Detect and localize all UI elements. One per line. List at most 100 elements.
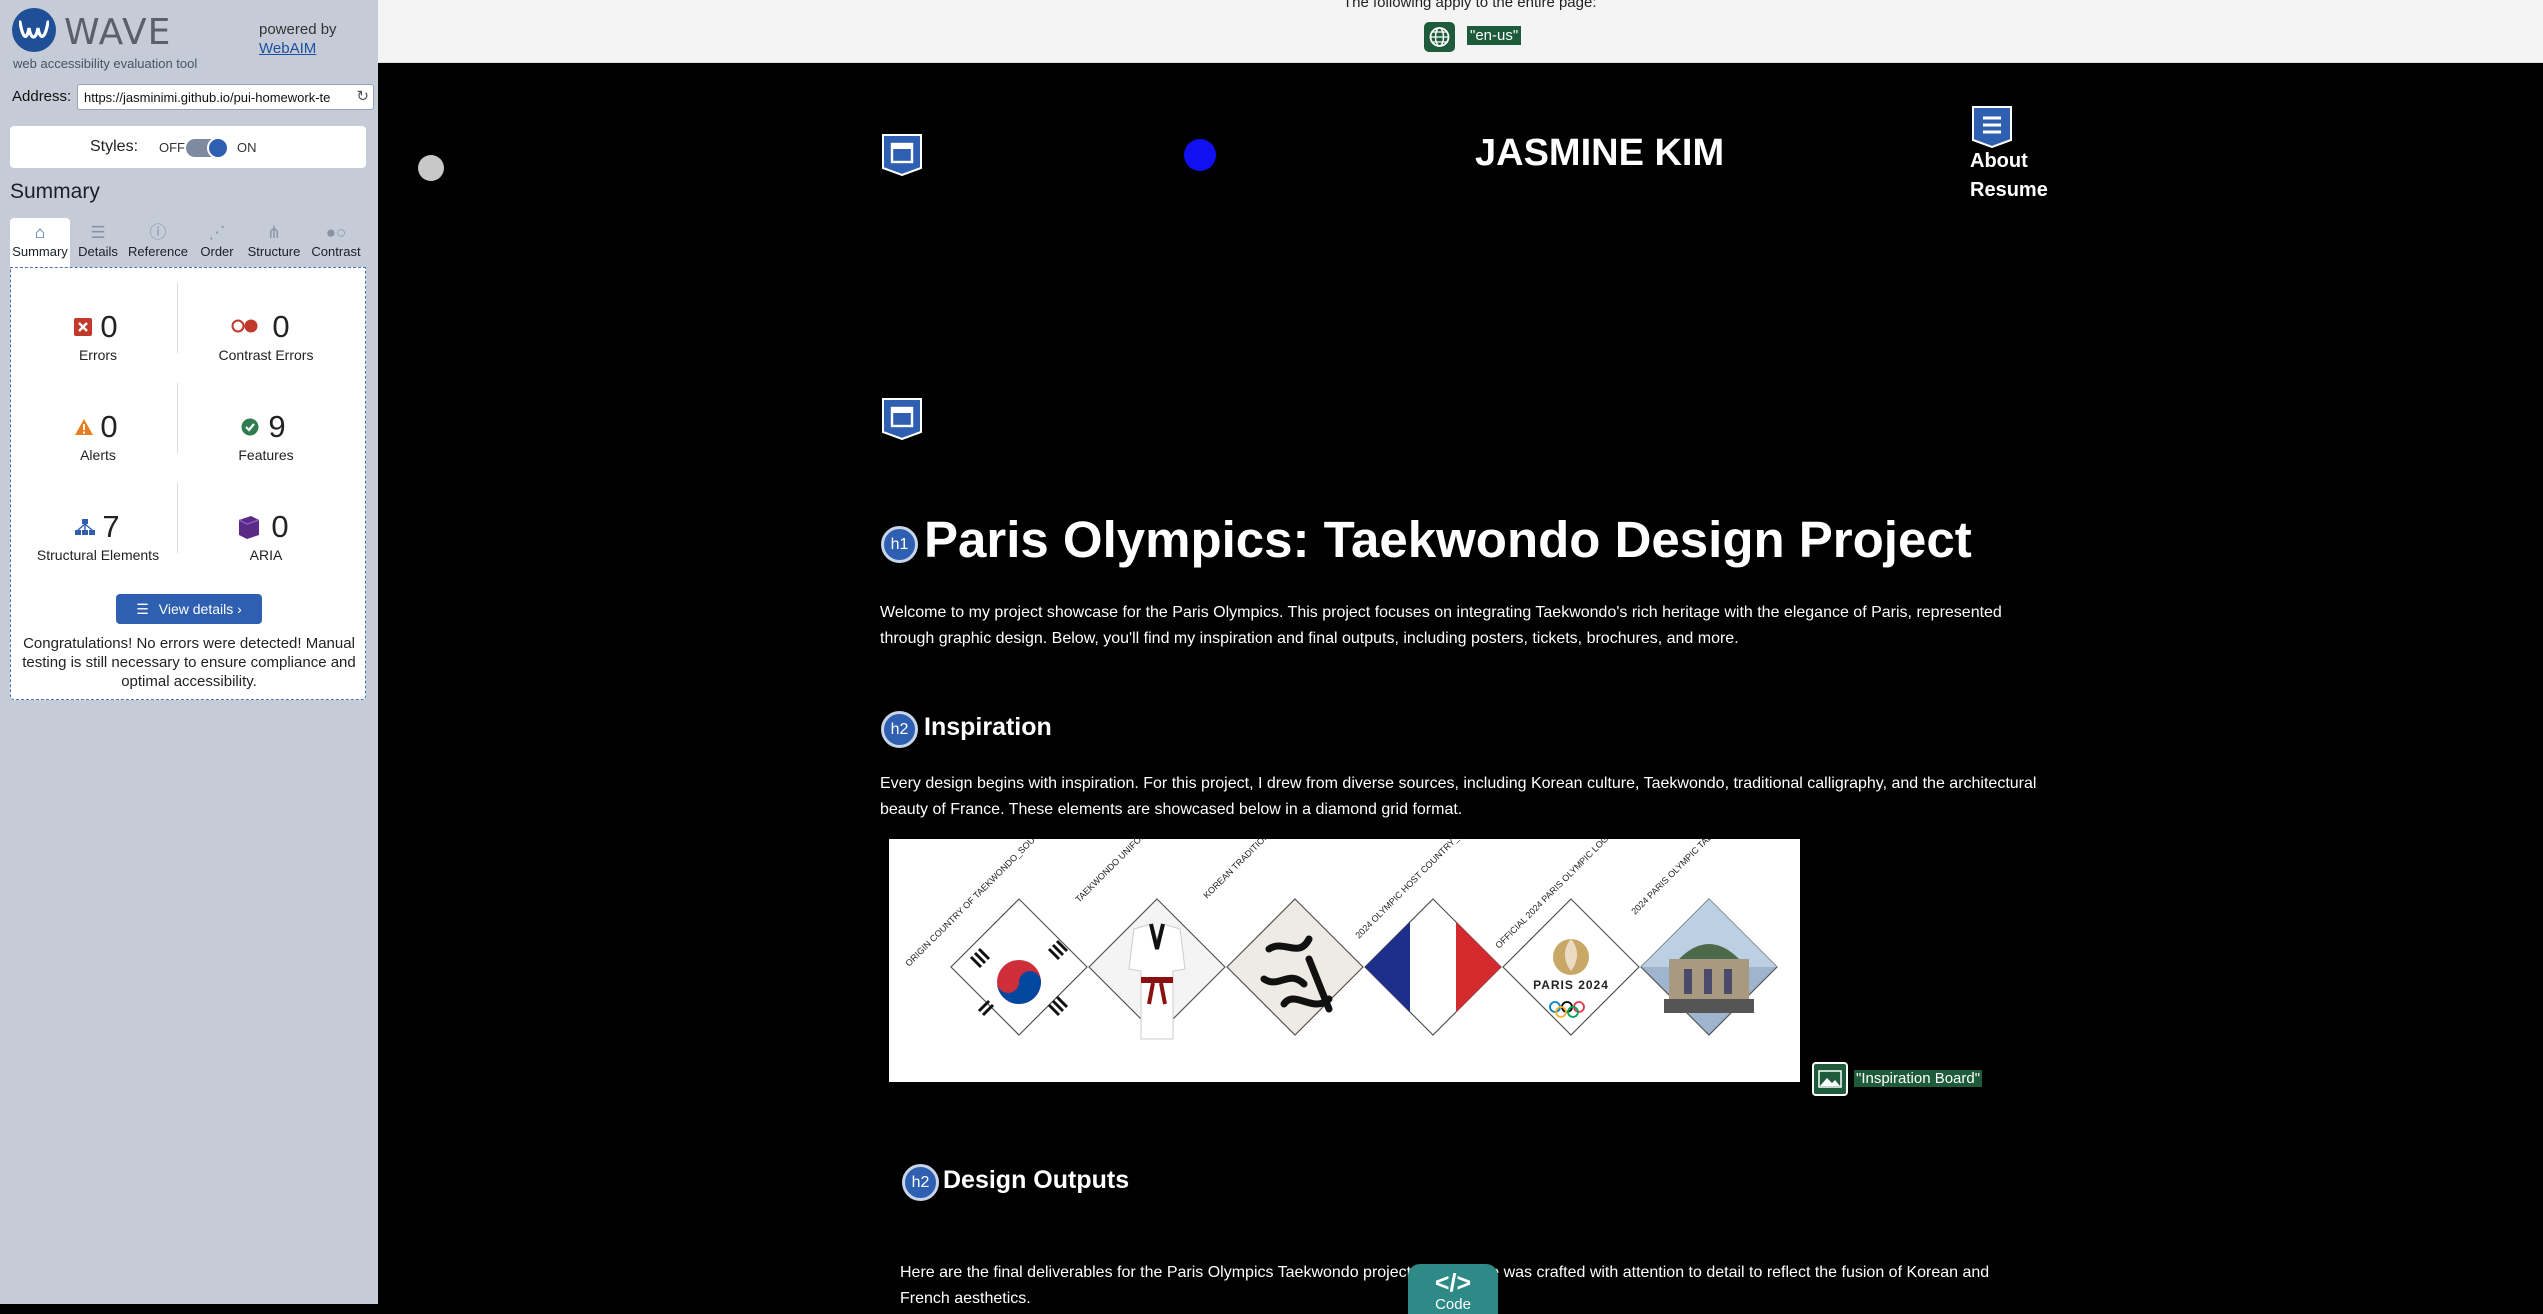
tab-summary[interactable]: ⌂ Summary [10, 218, 70, 268]
diamond-venue: 2024 PARIS OLYMPIC TAEKWONDO VENUE [1629, 839, 1778, 1036]
summary-panel: 0 Errors 0 Contrast Errors 0 Alerts 9 Fe… [10, 267, 366, 700]
contrast-errors-label: Contrast Errors [218, 347, 314, 363]
nav-link-about[interactable]: About [1970, 150, 2028, 173]
errors-stat[interactable]: 0 Errors [19, 268, 177, 363]
errors-count: 0 [100, 309, 118, 344]
nav-link-resume[interactable]: Resume [1970, 179, 2048, 202]
wave-logo-icon [12, 8, 56, 52]
divider [177, 483, 178, 553]
language-label[interactable]: "en-us" [1467, 26, 1522, 45]
address-field[interactable]: ↻ [77, 84, 374, 110]
features-count: 9 [268, 409, 286, 444]
tab-reference-label: Reference [128, 244, 188, 259]
svg-text:KOREAN TRADITIONAL BRUSH WRITI: KOREAN TRADITIONAL BRUSH WRITING_BRUSH S… [1201, 839, 1386, 900]
styles-toggle[interactable] [186, 137, 229, 159]
errors-label: Errors [78, 347, 118, 363]
alerts-label: Alerts [80, 447, 116, 463]
feature-icon [241, 418, 259, 441]
navigation-icon[interactable] [1970, 104, 2014, 149]
diamond-paris-logo: PARIS 2024 OFFICIAL 2024 PARIS OLYMPIC L… [1493, 839, 1640, 1036]
panel-title: Summary [10, 180, 100, 203]
error-icon [74, 318, 92, 341]
header-region-icon[interactable] [880, 132, 924, 177]
wave-logo[interactable]: WAVE web accessibility evaluation tool [10, 4, 250, 72]
diamond-korea: ORIGIN COUNTRY OF TAEKWONDO_SOUTH KOREA [903, 839, 1088, 1036]
view-details-label: View details › [158, 600, 242, 617]
page-level-message: The following apply to the entire page: [1343, 0, 1597, 11]
h2-badge-icon[interactable]: h2 [881, 711, 918, 748]
aria-icon [237, 515, 261, 544]
globe-icon[interactable] [1424, 22, 1455, 52]
inspiration-heading: Inspiration [924, 713, 1052, 741]
inspiration-line-2: beauty of France. These elements are sho… [880, 801, 1463, 818]
image-alt-icon[interactable] [1812, 1062, 1848, 1096]
view-details-button[interactable]: ☰ View details › [116, 594, 262, 624]
contrast-icon: ●○ [325, 223, 347, 242]
tab-contrast-label: Contrast [311, 244, 361, 259]
contrast-errors-stat[interactable]: 0 Contrast Errors [187, 268, 345, 364]
main-region-icon[interactable] [880, 396, 924, 441]
tab-contrast[interactable]: ●○ Contrast [306, 218, 366, 268]
contrast-errors-count: 0 [272, 309, 290, 344]
page-level-notice: The following apply to the entire page: … [378, 0, 2543, 63]
logo-image[interactable] [1184, 139, 1216, 171]
h2-badge-icon[interactable]: h2 [902, 1164, 939, 1201]
tab-order[interactable]: ⋰ Order [192, 218, 242, 268]
code-label: Code [1435, 1295, 1471, 1313]
tab-details[interactable]: ☰ Details [72, 218, 124, 268]
svg-text:PARIS 2024: PARIS 2024 [1533, 978, 1609, 992]
tab-summary-label: Summary [12, 244, 68, 259]
structure-label: Structural Elements [36, 547, 160, 563]
aria-stat[interactable]: 0 ARIA [187, 468, 345, 563]
divider [177, 383, 178, 453]
diamond-france: 2024 OLYMPIC HOST COUNTRY_FRANCE [1353, 839, 1502, 1036]
inspiration-paragraph: Every design begins with inspiration. Fo… [880, 771, 2036, 823]
wave-logo-text: WAVE [64, 12, 172, 53]
tab-order-indicator-icon[interactable] [418, 155, 444, 181]
h1-badge-icon[interactable]: h1 [881, 526, 918, 563]
intro-paragraph: Welcome to my project showcase for the P… [880, 600, 2002, 652]
wave-tabs: ⌂ Summary ☰ Details ⓘ Reference ⋰ Order … [10, 218, 366, 268]
styles-on-label: ON [237, 140, 257, 155]
alerts-stat[interactable]: 0 Alerts [19, 368, 177, 463]
code-panel-toggle-button[interactable]: </> Code [1408, 1264, 1498, 1314]
tab-order-label: Order [200, 244, 234, 259]
alert-icon [74, 418, 94, 441]
structure-count: 7 [102, 509, 120, 544]
structure-elements-icon [74, 518, 96, 541]
site-name: JASMINE KIM [1475, 132, 1725, 174]
evaluated-page: The following apply to the entire page: … [378, 0, 2543, 1307]
wave-tagline: web accessibility evaluation tool [13, 56, 198, 71]
tab-reference[interactable]: ⓘ Reference [126, 218, 190, 268]
styles-toggle-row: Styles: OFF ON [10, 126, 366, 168]
tab-structure[interactable]: ⋔ Structure [244, 218, 304, 268]
alerts-count: 0 [100, 409, 118, 444]
address-label: Address: [12, 88, 72, 105]
address-bar: Address: ↻ [12, 84, 374, 110]
design-outputs-heading: Design Outputs [943, 1166, 1130, 1194]
details-list-icon: ☰ [136, 600, 149, 617]
diamond-uniform: TAEKWONDO UNIFORM [1073, 839, 1226, 1040]
intro-line-1: Welcome to my project showcase for the P… [880, 604, 2002, 621]
toggle-knob [207, 137, 229, 159]
divider [177, 283, 178, 353]
tab-details-label: Details [78, 244, 118, 259]
webaim-link[interactable]: WebAIM [259, 39, 337, 58]
wave-sidebar: WAVE web accessibility evaluation tool p… [0, 0, 378, 1304]
features-stat[interactable]: 9 Features [187, 368, 345, 464]
congrats-message: Congratulations! No errors were detected… [22, 635, 356, 690]
powered-by: powered by WebAIM [259, 20, 337, 58]
contrast-error-icon [231, 318, 259, 339]
styles-label: Styles: [90, 138, 139, 155]
reload-icon[interactable]: ↻ [356, 87, 369, 105]
structure-stat[interactable]: 7 Structural Elements [19, 468, 177, 564]
tab-structure-label: Structure [247, 244, 301, 259]
outputs-line-2: French aesthetics. [900, 1290, 1031, 1307]
home-icon: ⌂ [34, 223, 46, 242]
code-icon: </> [1434, 1268, 1472, 1297]
inspiration-board-image: ORIGIN COUNTRY OF TAEKWONDO_SOUTH KOREA … [889, 839, 1800, 1082]
address-input[interactable] [84, 88, 339, 107]
page-title: Paris Olympics: Taekwondo Design Project [924, 511, 1972, 568]
inspiration-line-1: Every design begins with inspiration. Fo… [880, 775, 2037, 792]
aria-label: ARIA [249, 547, 283, 563]
